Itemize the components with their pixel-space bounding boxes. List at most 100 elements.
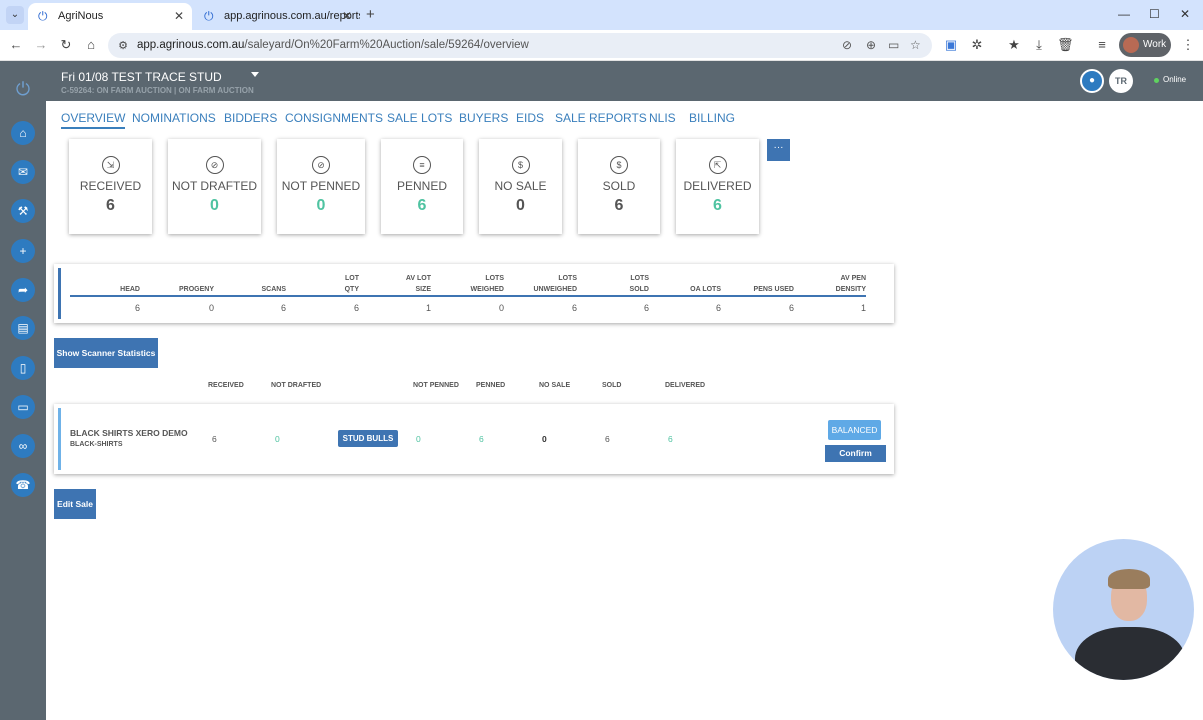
browser-tab-reports[interactable]: ⏻ app.agrinous.com.au/reports/s ✕ [194, 3, 360, 30]
sale-title[interactable]: Fri 01/08 TEST TRACE STUD [61, 70, 222, 84]
webcam-overlay [1053, 539, 1194, 680]
zoom-icon[interactable]: ⊕ [866, 38, 876, 52]
consignment-no-sale: 0 [542, 434, 547, 444]
app-sidebar: ⏻ ⌂ ✉ ⚒ + ➦ ▤ ▯ ▭ ∞ ☎ [0, 61, 46, 720]
tab-buyers[interactable]: BUYERS [459, 111, 508, 125]
sale-dropdown-icon[interactable] [251, 72, 259, 77]
tracking-off-icon[interactable]: ⊘ [842, 38, 852, 52]
col-head-delivered: DELIVERED [665, 382, 706, 389]
tab-sale-lots[interactable]: SALE LOTS [387, 111, 452, 125]
profile-button[interactable]: Work [1119, 33, 1171, 57]
stat-card-penned[interactable]: ≡ PENNED 6 [381, 139, 463, 234]
tab-billing[interactable]: BILLING [689, 111, 735, 125]
stat-card-sold[interactable]: $ SOLD 6 [578, 139, 660, 234]
dollar-icon: $ [610, 156, 628, 174]
more-options-button[interactable]: ··· [767, 139, 790, 161]
home-icon[interactable]: ⌂ [11, 121, 35, 145]
address-bar[interactable]: ⚙ app.agrinous.com.au/saleyard/On%20Farm… [108, 33, 932, 58]
no-sale-icon: $ [511, 156, 530, 174]
col-head-no-sale: NO SALE [539, 382, 571, 389]
stat-card-delivered[interactable]: ⇱ DELIVERED 6 [676, 139, 759, 234]
extensions-puzzle-icon[interactable]: ✲ [969, 37, 985, 53]
consignment-not-drafted: 0 [275, 434, 280, 444]
stat-card-no-sale[interactable]: $ NO SALE 0 [479, 139, 562, 234]
stat-label: SOLD [602, 179, 636, 193]
gavel-icon[interactable]: ⚒ [11, 199, 35, 223]
stat-label: PENNED [396, 179, 447, 193]
new-tab-icon[interactable]: + [366, 6, 375, 23]
consignment-accent-bar [58, 408, 61, 470]
stat-value: 6 [417, 197, 427, 214]
consignment-received: 6 [212, 434, 217, 444]
stat-card-not-penned[interactable]: ⊘ NOT PENNED 0 [277, 139, 365, 234]
folder-icon[interactable]: ▭ [11, 395, 35, 419]
user-avatar[interactable]: TR [1109, 69, 1133, 93]
minimize-icon[interactable]: — [1118, 7, 1130, 21]
consignment-name[interactable]: BLACK SHIRTS XERO DEMO [70, 428, 188, 438]
col-head-penned: PENNED [476, 382, 506, 389]
pen-icon: ≡ [413, 156, 431, 174]
delete-icon[interactable]: 🗑 [1057, 37, 1074, 53]
url-text: app.agrinous.com.au/saleyard/On%20Farm%2… [137, 39, 529, 51]
edit-sale-button[interactable]: Edit Sale [54, 489, 96, 519]
stat-value: 6 [614, 197, 624, 214]
sale-subtitle: C-59264: ON FARM AUCTION | ON FARM AUCTI… [61, 86, 254, 95]
balanced-badge[interactable]: BALANCED [828, 420, 881, 440]
media-control-icon[interactable]: ≡ [1094, 37, 1110, 53]
tab-overview[interactable]: OVERVIEW [61, 111, 126, 129]
tab-search-chevron-icon[interactable]: ⌄ [6, 6, 24, 24]
reload-icon[interactable]: ↻ [58, 37, 74, 53]
install-app-icon[interactable]: ▭ [888, 38, 899, 52]
maximize-icon[interactable]: ☐ [1149, 7, 1160, 21]
consignment-row[interactable]: BLACK SHIRTS XERO DEMO BLACK-SHIRTS 6 0 … [54, 404, 894, 474]
profile-avatar [1123, 37, 1139, 53]
forward-icon[interactable]: → [33, 37, 49, 53]
tab-eids[interactable]: EIDS [516, 111, 544, 125]
forward-arrow-icon[interactable]: ➦ [11, 278, 35, 302]
stat-label: RECEIVED [79, 179, 142, 193]
browser-tab-bar: ⌄ ⏻ AgriNous ✕ ⏻ app.agrinous.com.au/rep… [0, 0, 1203, 30]
bookmark-star-icon[interactable]: ☆ [910, 38, 921, 52]
show-scanner-statistics-button[interactable]: Show Scanner Statistics [54, 338, 158, 368]
summary-header-divider [70, 295, 866, 297]
tab-nlis[interactable]: NLIS [649, 111, 676, 125]
downloads-icon[interactable]: ⤓ [1031, 37, 1047, 53]
tab-sale-reports[interactable]: SALE REPORTS [555, 111, 647, 125]
stat-value: 6 [106, 197, 115, 214]
browser-tab-title: app.agrinous.com.au/reports/s [224, 10, 360, 22]
category-badge: STUD BULLS [338, 430, 398, 447]
inbox-icon[interactable]: ✉ [11, 160, 35, 184]
document-icon[interactable]: ▯ [11, 356, 35, 380]
user-icon[interactable]: ● [1080, 69, 1104, 93]
sale-summary-table: HEAD 6 PROGENY 0 SCANS 6 LOT QTY 6 AV LOT SIZE… [54, 264, 894, 323]
confirm-button[interactable]: Confirm [825, 445, 886, 462]
stat-card-received[interactable]: ⇲ RECEIVED 6 [69, 139, 152, 234]
tab-bidders[interactable]: BIDDERS [224, 111, 277, 125]
consignment-not-penned: 0 [416, 434, 421, 444]
stat-card-not-drafted[interactable]: ⊘ NOT DRAFTED 0 [168, 139, 261, 234]
home-icon[interactable]: ⌂ [83, 37, 99, 53]
extension-icon[interactable]: ▣ [943, 37, 959, 53]
link-icon[interactable]: ∞ [11, 434, 35, 458]
consignment-penned: 6 [479, 434, 484, 444]
browser-menu-icon[interactable]: ⋮ [1180, 37, 1196, 53]
tab-nominations[interactable]: NOMINATIONS [132, 111, 216, 125]
delivered-icon: ⇱ [708, 156, 727, 174]
id-card-icon[interactable]: ▤ [11, 316, 35, 340]
tab-consignments[interactable]: CONSIGNMENTS [285, 111, 383, 125]
profile-label: Work [1143, 39, 1167, 50]
support-icon[interactable]: ☎ [11, 473, 35, 497]
browser-tab-agrinous[interactable]: ⏻ AgriNous ✕ [28, 3, 192, 30]
close-window-icon[interactable]: ✕ [1180, 7, 1190, 21]
close-tab-icon[interactable]: ✕ [174, 3, 184, 30]
back-icon[interactable]: ← [8, 37, 24, 53]
close-tab-icon[interactable]: ✕ [342, 3, 352, 30]
agrinous-logo-icon[interactable]: ⏻ [13, 79, 33, 99]
add-icon[interactable]: + [11, 239, 35, 263]
not-penned-icon: ⊘ [312, 156, 330, 174]
received-icon: ⇲ [101, 156, 120, 174]
bookmarks-icon[interactable]: ★ [1006, 37, 1022, 53]
site-info-icon[interactable]: ⚙ [115, 38, 131, 54]
agrinous-favicon-icon: ⏻ [204, 9, 214, 23]
stat-value: 0 [316, 197, 326, 214]
